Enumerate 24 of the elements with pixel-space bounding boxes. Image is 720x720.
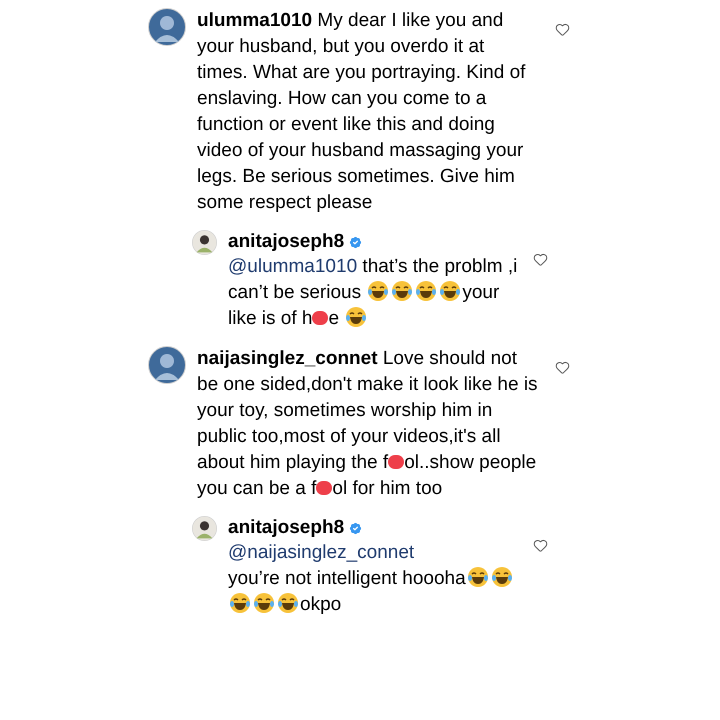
laughing-emoji-icon: [345, 306, 368, 328]
laughing-emoji-icon: [391, 280, 414, 302]
comment-text: naijasinglez_connet Love should not be one sided,don't make it look like he is your toy, sometimes worship him in public too,most of your videos,it's all about him playing the f ol..show people you can be a f ol for him too: [197, 347, 539, 501]
laughing-emoji-icon: [415, 280, 438, 302]
reply-text: @naijasinglez_connet you’re not intelligent hoooha okpo: [228, 540, 522, 618]
username[interactable]: anitajoseph8: [228, 516, 344, 540]
laughing-emoji-icon: [277, 592, 299, 614]
laughing-emoji-icon: [466, 566, 489, 588]
avatar[interactable]: [192, 516, 217, 541]
like-icon[interactable]: [555, 360, 570, 375]
laughing-emoji-icon: [367, 280, 390, 302]
avatar[interactable]: [192, 230, 217, 255]
comment-text: ulumma1010 My dear I like you and your husband, but you overdo it at times. What are you portraying. Kind of enslaving. How can you come to a function or event like this and doing video of your husband massaging your legs. Be serious sometimes. Give him some respect please: [197, 9, 526, 215]
laughing-emoji-icon: [229, 592, 251, 614]
laughing-emoji-icon: [490, 566, 513, 588]
reply-text: @ulumma1010 that’s the problm ,i can’t be serious your like is of h e: [228, 255, 518, 331]
avatar[interactable]: [148, 8, 186, 46]
laughing-emoji-icon: [253, 592, 275, 614]
like-icon[interactable]: [533, 252, 548, 267]
like-icon[interactable]: [555, 22, 570, 37]
username[interactable]: anitajoseph8: [228, 230, 344, 254]
avatar[interactable]: [148, 346, 186, 384]
laughing-emoji-icon: [439, 280, 462, 302]
like-icon[interactable]: [533, 538, 548, 553]
